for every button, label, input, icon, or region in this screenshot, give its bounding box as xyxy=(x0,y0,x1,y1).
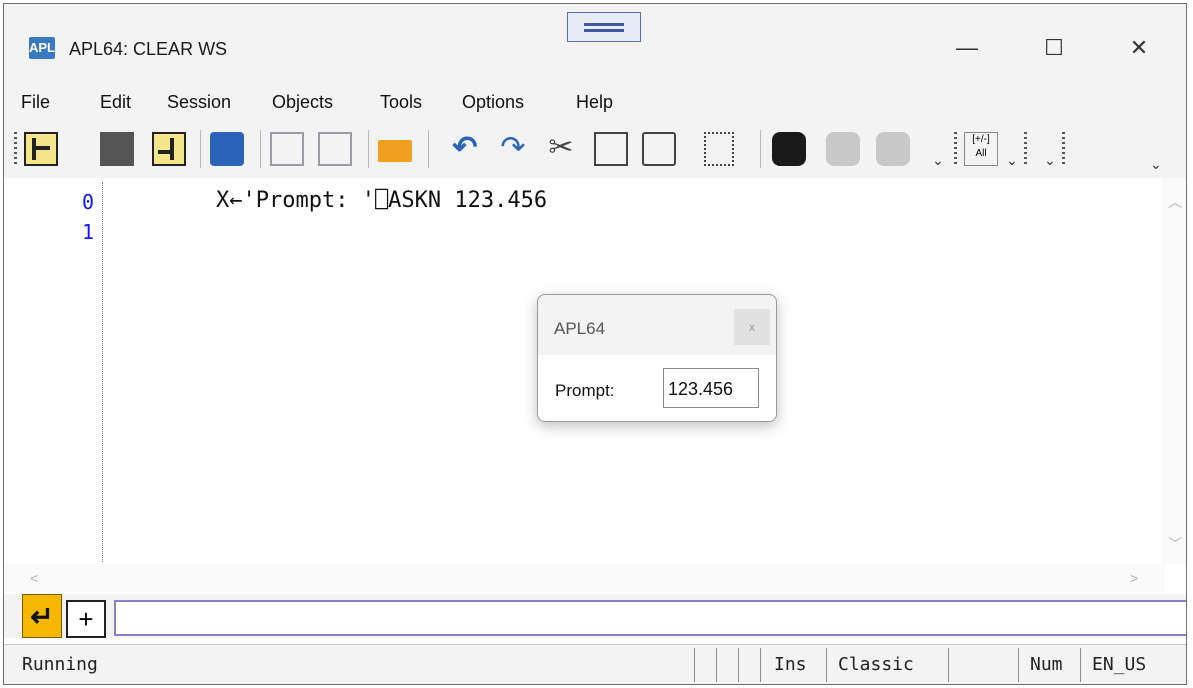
toolbar-grip-icon[interactable] xyxy=(1062,132,1065,166)
document-icon[interactable] xyxy=(318,132,352,166)
menu-edit[interactable]: Edit xyxy=(100,92,131,113)
status-divider xyxy=(760,648,761,682)
menu-tools[interactable]: Tools xyxy=(380,92,422,113)
status-divider xyxy=(694,648,695,682)
overflow-chevron-icon[interactable]: ⌄ xyxy=(1006,152,1018,169)
prompt-label: Prompt: xyxy=(555,381,615,400)
prompt-input[interactable]: 123.456 xyxy=(663,368,759,408)
close-button[interactable]: ✕ xyxy=(1116,30,1162,66)
overflow-chevron-icon[interactable]: ⌄ xyxy=(1044,152,1056,169)
status-bar xyxy=(4,644,1186,684)
scroll-up-icon[interactable]: ︿ xyxy=(1168,192,1182,212)
menu-session[interactable]: Session xyxy=(167,92,231,113)
find-previous-icon[interactable] xyxy=(826,132,860,166)
toolbar-grip-icon[interactable] xyxy=(1024,132,1027,166)
overflow-chevron-icon[interactable]: ⌄ xyxy=(932,152,944,169)
horizontal-scrollbar[interactable]: < > xyxy=(4,564,1164,592)
step-out-arm xyxy=(158,150,174,154)
scroll-left-icon[interactable]: < xyxy=(30,570,38,586)
step-into-icon[interactable] xyxy=(24,132,58,166)
status-num: Num xyxy=(1030,654,1063,675)
status-divider xyxy=(948,648,949,682)
dialog-title: APL64 xyxy=(554,319,606,338)
status-keyboard: Classic xyxy=(838,654,914,675)
code-line[interactable]: X←'Prompt: '⎕ASKN 123.456 xyxy=(216,188,547,213)
status-text: Running xyxy=(22,654,98,675)
cut-icon[interactable]: ✂ xyxy=(544,128,578,168)
command-input[interactable] xyxy=(114,600,1186,636)
find-next-icon[interactable] xyxy=(876,132,910,166)
vertical-scrollbar[interactable]: ︿ ﹀ xyxy=(1162,178,1186,564)
toolbar-separator xyxy=(760,130,761,168)
toolbar-separator xyxy=(368,130,369,168)
open-folder-icon[interactable] xyxy=(378,140,412,162)
toolbar-grip-icon[interactable] xyxy=(14,132,17,166)
scroll-right-icon[interactable]: > xyxy=(1130,570,1138,586)
overflow-chevron-icon[interactable]: ⌄ xyxy=(1150,156,1162,173)
gutter-divider xyxy=(102,182,103,562)
plus-button[interactable]: + xyxy=(66,600,106,638)
enter-button[interactable]: ↵ xyxy=(22,594,62,638)
line-number: 1 xyxy=(81,220,94,244)
undo-icon[interactable]: ↶ xyxy=(448,128,482,168)
status-divider xyxy=(1080,648,1081,682)
status-divider xyxy=(1018,648,1019,682)
toggle-label-top: [+/-] xyxy=(972,134,990,145)
copy-icon[interactable] xyxy=(594,132,628,166)
minimize-button[interactable]: — xyxy=(944,30,990,66)
toolbar-grip-icon[interactable] xyxy=(954,132,957,166)
scroll-down-icon[interactable]: ﹀ xyxy=(1168,534,1182,554)
grip-line xyxy=(584,29,624,32)
menu-file[interactable]: File xyxy=(21,92,50,113)
status-divider xyxy=(738,648,739,682)
toolbar-separator xyxy=(200,130,201,168)
menu-objects[interactable]: Objects xyxy=(272,92,333,113)
print-icon[interactable] xyxy=(210,132,244,166)
grip-line xyxy=(584,23,624,26)
step-into-arm xyxy=(32,146,50,150)
drag-grip-icon[interactable] xyxy=(567,12,641,42)
apl64-app-icon: APL xyxy=(29,37,55,59)
step-out-icon[interactable] xyxy=(152,132,186,166)
redo-icon[interactable]: ↷ xyxy=(496,128,530,168)
step-out-bar xyxy=(170,138,174,160)
window-title: APL64: CLEAR WS xyxy=(69,39,228,59)
select-icon[interactable] xyxy=(704,132,734,166)
paste-icon[interactable] xyxy=(642,132,676,166)
toolbar-separator xyxy=(260,130,261,168)
menu-help[interactable]: Help xyxy=(576,92,613,113)
toolbar-separator xyxy=(428,130,429,168)
menu-options[interactable]: Options xyxy=(462,92,524,113)
new-icon[interactable] xyxy=(270,132,304,166)
maximize-button[interactable]: ☐ xyxy=(1031,30,1077,66)
line-number: 0 xyxy=(81,190,94,214)
status-divider xyxy=(716,648,717,682)
step-over-icon[interactable] xyxy=(100,132,134,166)
toggle-sign-icon[interactable]: [+/-] All xyxy=(964,132,998,166)
status-divider xyxy=(826,648,827,682)
dialog-close-button[interactable]: x xyxy=(734,309,770,345)
toggle-label-bottom: All xyxy=(975,148,987,159)
status-insert-mode: Ins xyxy=(774,654,807,675)
find-icon[interactable] xyxy=(772,132,806,166)
status-locale: EN_US xyxy=(1092,654,1147,675)
